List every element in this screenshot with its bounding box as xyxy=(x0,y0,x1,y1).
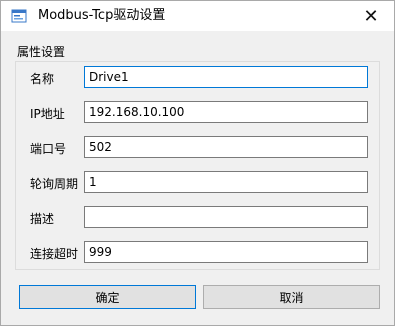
field-row-timeout: 连接超时 xyxy=(16,241,379,267)
settings-window-icon xyxy=(11,8,27,24)
field-row-description: 描述 xyxy=(16,206,379,232)
field-row-ip: IP地址 xyxy=(16,101,379,127)
close-button[interactable]: ✕ xyxy=(348,1,394,31)
description-label: 描述 xyxy=(30,212,55,226)
group-panel: 名称 IP地址 端口号 轮询周期 描述 连接超时 xyxy=(15,61,380,270)
cancel-button-label: 取消 xyxy=(279,290,304,305)
ok-button[interactable]: 确定 xyxy=(19,285,196,309)
description-input[interactable] xyxy=(84,206,368,228)
field-row-port: 端口号 xyxy=(16,136,379,162)
dialog-window: Modbus-Tcp驱动设置 ✕ 属性设置 名称 IP地址 端口号 轮询周期 xyxy=(0,0,395,326)
poll-period-input[interactable] xyxy=(84,171,368,193)
ok-button-label: 确定 xyxy=(95,290,120,305)
ip-address-input[interactable] xyxy=(84,101,368,123)
window-title: Modbus-Tcp驱动设置 xyxy=(38,8,166,23)
port-label: 端口号 xyxy=(30,142,67,156)
close-icon: ✕ xyxy=(363,5,379,27)
poll-period-label: 轮询周期 xyxy=(30,177,79,191)
field-row-name: 名称 xyxy=(16,66,379,92)
port-input[interactable] xyxy=(84,136,368,158)
ip-address-label: IP地址 xyxy=(30,107,65,121)
name-label: 名称 xyxy=(30,72,55,86)
group-title: 属性设置 xyxy=(17,45,66,59)
title-bar[interactable]: Modbus-Tcp驱动设置 ✕ xyxy=(1,1,394,31)
cancel-button[interactable]: 取消 xyxy=(203,285,380,309)
field-row-poll-period: 轮询周期 xyxy=(16,171,379,197)
timeout-label: 连接超时 xyxy=(30,247,79,261)
name-input[interactable] xyxy=(84,66,368,88)
timeout-input[interactable] xyxy=(84,241,368,263)
property-settings-group: 属性设置 名称 IP地址 端口号 轮询周期 描述 xyxy=(13,39,382,271)
